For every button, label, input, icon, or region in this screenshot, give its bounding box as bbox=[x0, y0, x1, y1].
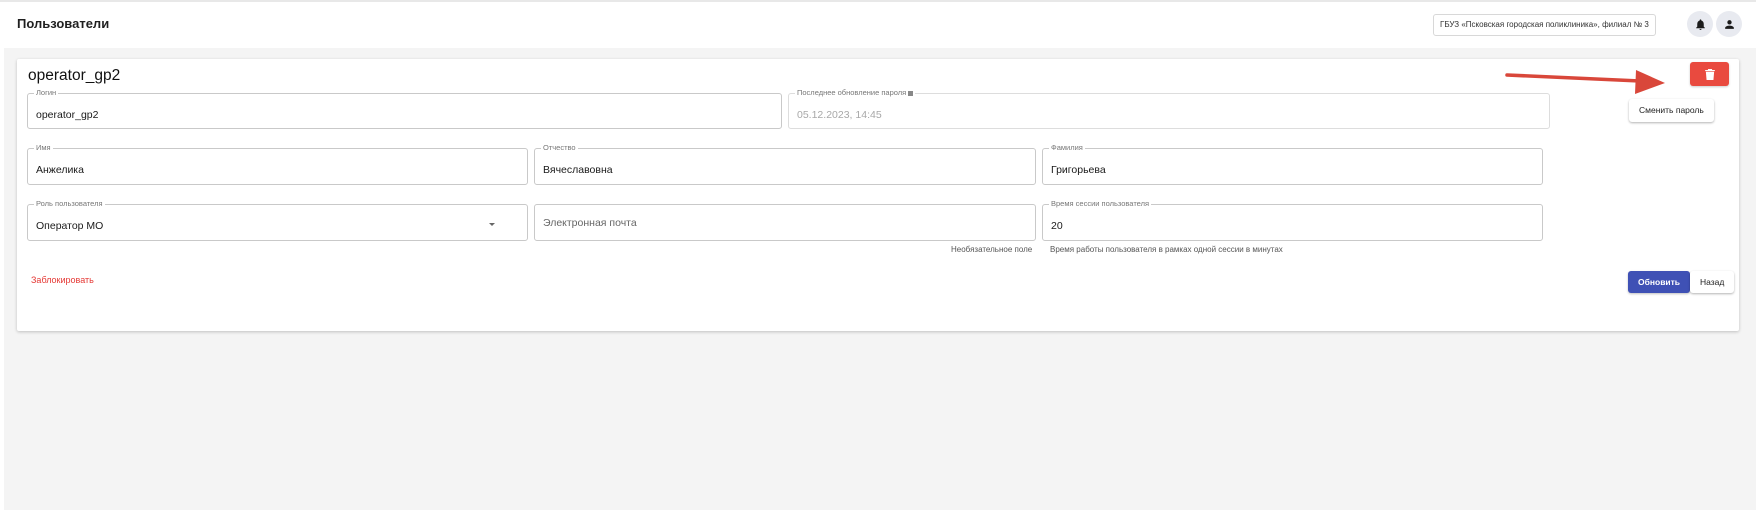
update-button[interactable]: Обновить bbox=[1628, 271, 1691, 293]
card-title: operator_gp2 bbox=[28, 67, 121, 84]
app-header: Пользователи ГБУЗ «Псковская городская п… bbox=[0, 2, 1756, 48]
role-label: Роль пользователя bbox=[34, 199, 105, 209]
email-hint: Необязательное поле bbox=[951, 245, 1033, 254]
user-edit-card: operator_gp2 Логин operator_gp2 Последне… bbox=[17, 59, 1739, 331]
password-update-value: 05.12.2023, 14:45 bbox=[797, 109, 882, 121]
trash-icon bbox=[1704, 68, 1715, 80]
password-update-field: Последнее обновление пароля 05.12.2023, … bbox=[788, 88, 1550, 129]
block-user-link[interactable]: Заблокировать bbox=[31, 275, 94, 285]
patronymic-field[interactable]: Отчество Вячеславовна bbox=[534, 143, 1036, 185]
patronymic-value: Вячеславовна bbox=[543, 164, 613, 176]
login-label: Логин bbox=[34, 88, 59, 98]
first-name-value: Анжелика bbox=[36, 164, 84, 176]
first-name-field[interactable]: Имя Анжелика bbox=[27, 143, 528, 185]
role-select[interactable]: Роль пользователя Оператор МО bbox=[27, 199, 528, 241]
login-field[interactable]: Логин operator_gp2 bbox=[27, 88, 782, 129]
last-name-value: Григорьева bbox=[1051, 164, 1106, 176]
first-name-label: Имя bbox=[34, 143, 53, 153]
bell-icon bbox=[1695, 18, 1705, 30]
session-time-field[interactable]: Время сессии пользователя 20 bbox=[1042, 199, 1543, 241]
email-field[interactable]: Электронная почта bbox=[534, 204, 1036, 241]
page-title: Пользователи bbox=[17, 16, 110, 31]
session-time-label: Время сессии пользователя bbox=[1049, 199, 1152, 209]
back-button[interactable]: Назад bbox=[1690, 271, 1735, 293]
account-icon bbox=[1724, 19, 1734, 29]
password-update-label: Последнее обновление пароля bbox=[797, 88, 907, 97]
chevron-down-icon[interactable] bbox=[489, 223, 495, 226]
login-value: operator_gp2 bbox=[36, 109, 99, 121]
main-content: operator_gp2 Логин operator_gp2 Последне… bbox=[4, 48, 1756, 510]
last-name-label: Фамилия bbox=[1049, 143, 1085, 153]
organization-selector[interactable]: ГБУЗ «Псковская городская поликлиника», … bbox=[1433, 14, 1656, 36]
change-password-button[interactable]: Сменить пароль bbox=[1629, 99, 1714, 122]
email-placeholder: Электронная почта bbox=[543, 217, 637, 229]
last-name-field[interactable]: Фамилия Григорьева bbox=[1042, 143, 1543, 185]
account-button[interactable] bbox=[1716, 11, 1742, 37]
notifications-button[interactable] bbox=[1687, 11, 1713, 37]
session-time-hint: Время работы пользователя в рамках одной… bbox=[1050, 245, 1283, 254]
session-time-value: 20 bbox=[1051, 220, 1063, 232]
delete-button[interactable] bbox=[1690, 62, 1729, 86]
patronymic-label: Отчество bbox=[541, 143, 578, 153]
role-value: Оператор МО bbox=[36, 220, 104, 232]
info-icon bbox=[908, 90, 914, 96]
